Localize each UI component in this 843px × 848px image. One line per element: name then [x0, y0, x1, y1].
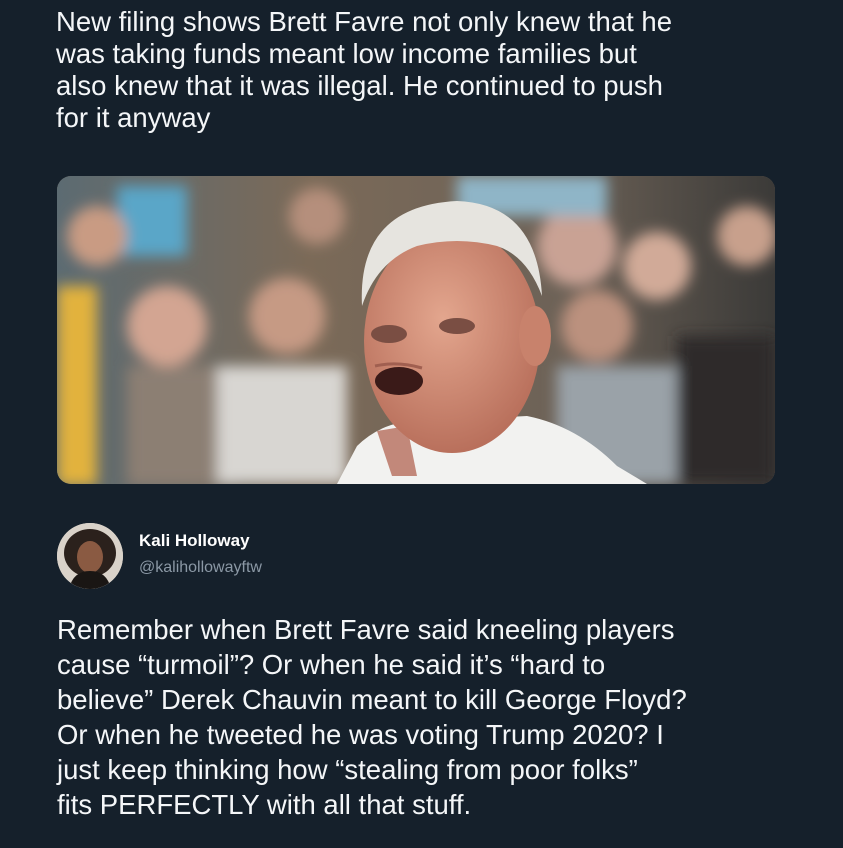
- tweet-text: Remember when Brett Favre said kneeling …: [57, 614, 687, 820]
- post-text: New filing shows Brett Favre not only kn…: [56, 6, 672, 133]
- post-photo[interactable]: [57, 176, 775, 484]
- photo-illustration: [57, 176, 775, 484]
- avatar-image-icon: [57, 523, 123, 589]
- avatar[interactable]: [57, 523, 123, 589]
- author-handle[interactable]: @kalihollowayftw: [139, 559, 262, 577]
- author-name[interactable]: Kali Holloway: [139, 531, 250, 551]
- quoted-author[interactable]: Kali Holloway @kalihollowayftw: [57, 521, 457, 589]
